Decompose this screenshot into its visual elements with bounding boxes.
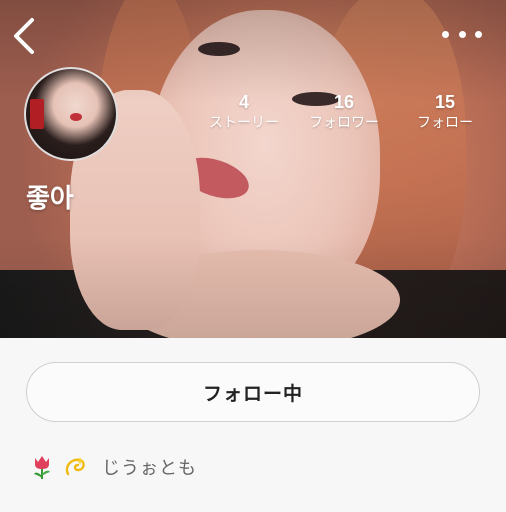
stat-followers[interactable]: 16 フォロワー bbox=[300, 92, 388, 132]
stat-stories-label: ストーリー bbox=[209, 115, 279, 131]
stat-stories[interactable]: 4 ストーリー bbox=[204, 92, 284, 132]
avatar[interactable] bbox=[24, 67, 118, 161]
following-button[interactable]: フォロー中 bbox=[26, 362, 480, 422]
username: 좋아 bbox=[26, 184, 74, 214]
stat-stories-count: 4 bbox=[238, 92, 249, 112]
following-button-label: フォロー中 bbox=[202, 382, 303, 405]
profile-details: フォロー中 じうぉとも bbox=[0, 338, 506, 512]
chevron-left-icon[interactable] bbox=[10, 16, 38, 56]
more-horizontal-icon[interactable] bbox=[442, 22, 482, 46]
bio-text: じうぉとも bbox=[102, 458, 197, 479]
tulip-icon bbox=[30, 454, 54, 480]
stat-followers-label: フォロワー bbox=[309, 115, 379, 131]
stat-following-count: 15 bbox=[434, 92, 456, 112]
stat-following[interactable]: 15 フォロー bbox=[410, 92, 480, 132]
bio: じうぉとも bbox=[30, 454, 197, 480]
stat-followers-count: 16 bbox=[333, 92, 355, 112]
dizzy-icon bbox=[62, 454, 86, 480]
profile-page: 4 ストーリー 16 フォロワー 15 フォロー 좋아 フォロー中 じうぉとも bbox=[0, 0, 506, 512]
stat-following-label: フォロー bbox=[417, 115, 473, 131]
cover-photo bbox=[0, 0, 506, 338]
